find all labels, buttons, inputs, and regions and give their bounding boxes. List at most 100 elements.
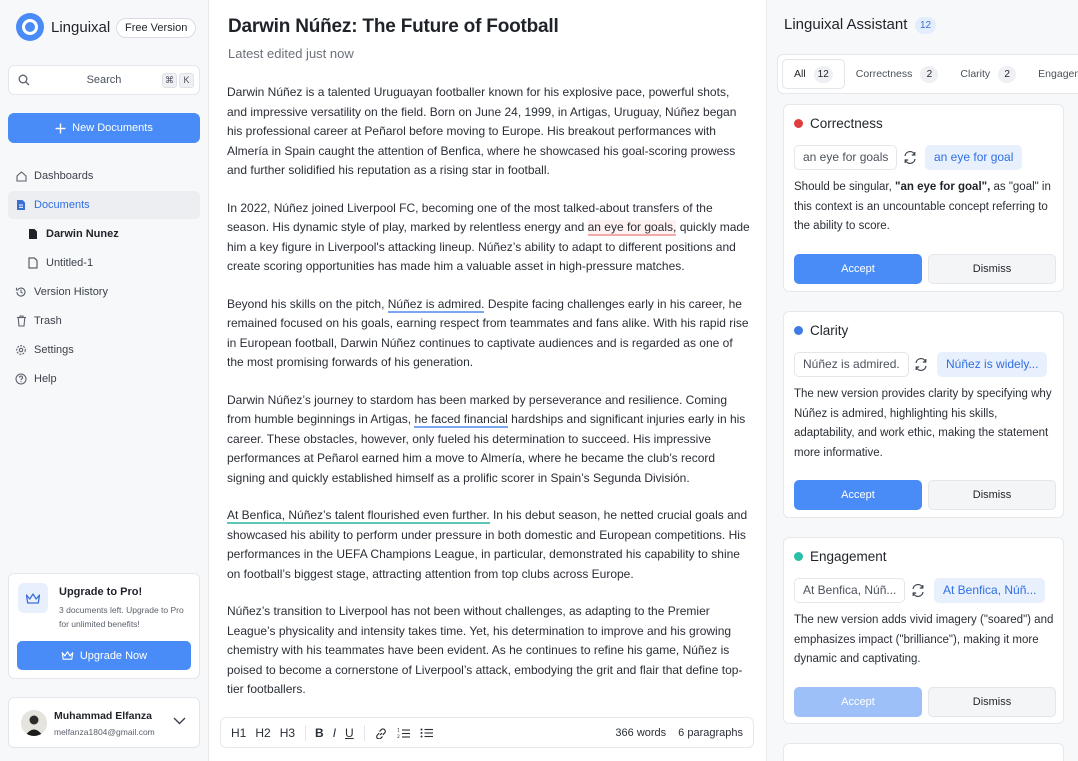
tab-all[interactable]: All 12 — [782, 59, 845, 89]
tab-engagement[interactable]: Engagement — [1027, 59, 1078, 89]
format-toolbar: H1 H2 H3 B I U 12 366 words 6 paragraphs — [220, 717, 754, 748]
word-count: 366 words — [615, 726, 667, 739]
suggested-text-chip[interactable]: Núñez is widely... — [937, 352, 1048, 377]
new-documents-label: New Documents — [72, 122, 153, 134]
sidebar-item-untitled-1[interactable]: Untitled-1 — [20, 249, 200, 277]
description-emphasis: "an eye for goal", — [895, 181, 991, 193]
sidebar-item-settings[interactable]: Settings — [8, 336, 200, 364]
home-icon — [8, 170, 34, 182]
help-icon — [8, 373, 34, 385]
document-title[interactable]: Darwin Núñez: The Future of Football — [228, 16, 559, 38]
correctness-dot — [794, 119, 803, 128]
sidebar-item-version-history[interactable]: Version History — [8, 278, 200, 306]
description-text: Should be singular, — [794, 181, 896, 193]
document-editor: Darwin Núñez: The Future of Football Lat… — [209, 0, 766, 761]
dismiss-button[interactable]: Dismiss — [928, 480, 1056, 510]
swap-icon — [915, 358, 927, 371]
paragraph-6[interactable]: Núñez’s transition to Liverpool has not … — [227, 602, 752, 700]
dismiss-button[interactable]: Dismiss — [928, 254, 1056, 284]
sidebar-item-label: Settings — [34, 344, 74, 356]
trash-icon — [8, 315, 34, 327]
tab-count-badge: 2 — [920, 65, 939, 83]
toolbar-divider — [363, 724, 365, 741]
tab-correctness[interactable]: Correctness 2 — [845, 59, 950, 89]
paragraph-count: 6 paragraphs — [678, 726, 743, 739]
suggestion-description: Should be singular, "an eye for goal", a… — [794, 178, 1056, 237]
heading-2-button[interactable]: H2 — [255, 723, 270, 743]
sidebar-item-documents[interactable]: Documents — [8, 191, 200, 219]
user-profile[interactable]: Muhammad Elfanza melfanza1804@gmail.com — [8, 697, 200, 748]
sidebar-item-dashboards[interactable]: Dashboards — [8, 162, 200, 190]
bold-button[interactable]: B — [315, 723, 324, 743]
tab-count-badge: 12 — [813, 65, 833, 83]
tab-count-badge: 2 — [998, 65, 1017, 83]
bullet-list-icon[interactable] — [420, 723, 434, 743]
crown-icon — [61, 651, 74, 660]
file-filled-icon — [20, 228, 46, 240]
assistant-panel: Linguixal Assistant 12 All 12 Correctnes… — [766, 0, 1078, 761]
clarity-dot — [794, 326, 803, 335]
brand-name: Linguixal — [51, 18, 111, 36]
clarity-highlight[interactable]: Núñez is admired. — [387, 296, 485, 313]
italic-button[interactable]: I — [333, 723, 336, 743]
document-icon — [8, 199, 34, 211]
tab-label: Correctness — [855, 68, 913, 80]
suggestion-card-engagement: Engagement At Benfica, Núñ... At Benfica… — [783, 537, 1064, 724]
tab-clarity[interactable]: Clarity 2 — [949, 59, 1027, 89]
paragraph-4[interactable]: Darwin Núñez’s journey to stardom has be… — [227, 391, 752, 489]
crown-icon — [18, 583, 48, 613]
tab-label: Engagement — [1038, 68, 1078, 80]
original-text-chip: an eye for goals — [794, 145, 898, 170]
accept-button[interactable]: Accept — [794, 254, 922, 284]
engagement-highlight[interactable]: At Benfica, Núñez’s talent flourished ev… — [227, 508, 490, 524]
original-text-chip: At Benfica, Núñ... — [794, 578, 906, 603]
dismiss-button[interactable]: Dismiss — [928, 687, 1056, 717]
suggestion-description: The new version adds vivid imagery ("soa… — [794, 614, 1054, 665]
swap-icon — [904, 151, 916, 164]
upgrade-title: Upgrade to Pro! — [59, 586, 143, 598]
paragraph-5[interactable]: At Benfica, Núñez’s talent flourished ev… — [227, 506, 752, 584]
card-category-label: Engagement — [810, 549, 887, 564]
paragraph-1[interactable]: Darwin Núñez is a talented Uruguayan foo… — [227, 83, 752, 181]
document-stats: 366 words 6 paragraphs — [615, 727, 743, 739]
avatar — [21, 710, 47, 736]
numbered-list-icon[interactable]: 12 — [397, 723, 411, 743]
upgrade-now-label: Upgrade Now — [79, 649, 148, 662]
paragraph-3[interactable]: Beyond his skills on the pitch, Núñez is… — [227, 295, 752, 373]
heading-3-button[interactable]: H3 — [280, 723, 295, 743]
brand[interactable]: Linguixal — [16, 13, 110, 41]
underline-button[interactable]: U — [345, 723, 354, 743]
sidebar-item-darwin-nunez[interactable]: Darwin Nunez — [20, 220, 200, 248]
user-name: Muhammad Elfanza — [54, 710, 153, 722]
accept-button[interactable]: Accept — [794, 687, 922, 717]
suggested-text-chip[interactable]: an eye for goal — [925, 145, 1023, 170]
swap-icon — [912, 584, 924, 597]
sidebar-item-label: Dashboards — [34, 170, 94, 182]
paragraph-text: Beyond his skills on the pitch, — [227, 296, 388, 311]
chevron-down-icon[interactable] — [173, 717, 186, 725]
original-text-chip: Núñez is admired. — [794, 352, 909, 377]
heading-1-button[interactable]: H1 — [231, 723, 246, 743]
sidebar-item-label: Help — [34, 373, 57, 385]
card-category-label: Correctness — [810, 116, 883, 131]
upgrade-description: 3 documents left. Upgrade to Pro for unl… — [59, 605, 184, 629]
last-edited-status: Latest edited just now — [228, 46, 354, 61]
tab-label: All — [794, 68, 806, 80]
sidebar-item-label: Documents — [34, 199, 90, 211]
svg-text:2: 2 — [397, 734, 400, 739]
clarity-highlight[interactable]: he faced financial — [414, 412, 508, 428]
upgrade-now-button[interactable]: Upgrade Now — [17, 641, 191, 670]
paragraph-2[interactable]: In 2022, Núñez joined Liverpool FC, beco… — [227, 199, 752, 277]
new-documents-button[interactable]: New Documents — [8, 113, 200, 143]
correctness-highlight[interactable]: an eye for goals, — [587, 220, 677, 236]
sidebar-item-trash[interactable]: Trash — [8, 307, 200, 335]
link-icon[interactable] — [374, 723, 388, 743]
upgrade-card: Upgrade to Pro! 3 documents left. Upgrad… — [8, 573, 200, 679]
accept-button[interactable]: Accept — [794, 480, 922, 510]
document-body[interactable]: Darwin Núñez is a talented Uruguayan foo… — [227, 83, 752, 718]
sidebar-item-help[interactable]: Help — [8, 365, 200, 393]
tab-label: Clarity — [960, 68, 991, 80]
sidebar-item-label: Version History — [34, 286, 108, 298]
suggested-text-chip[interactable]: At Benfica, Núñ... — [934, 578, 1046, 603]
search-input[interactable]: Search ⌘ K — [8, 65, 200, 95]
